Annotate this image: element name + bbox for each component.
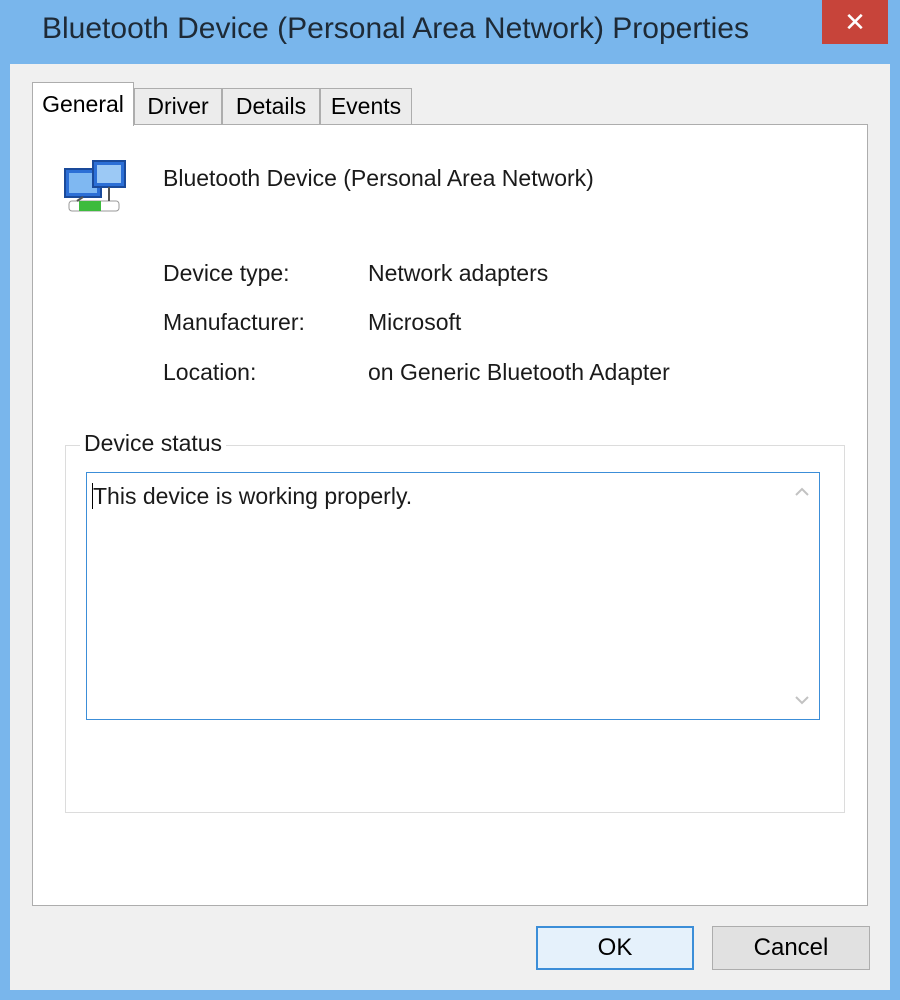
location-label: Location:	[163, 359, 257, 385]
tab-general[interactable]: General	[32, 82, 134, 126]
tab-events-label: Events	[330, 93, 402, 119]
device-name: Bluetooth Device (Personal Area Network)	[163, 165, 594, 191]
device-status-text: This device is working properly.	[93, 483, 413, 509]
status-scrollbar[interactable]	[785, 473, 819, 719]
manufacturer-label: Manufacturer:	[163, 309, 305, 335]
properties-window: Bluetooth Device (Personal Area Network)…	[0, 0, 900, 1000]
network-adapter-icon	[63, 155, 129, 221]
device-status-label: Device status	[80, 430, 227, 457]
title-bar[interactable]: Bluetooth Device (Personal Area Network)…	[0, 0, 900, 64]
device-type-value: Network adapters	[368, 260, 549, 286]
chevron-up-icon	[795, 487, 809, 496]
cancel-button-label: Cancel	[753, 934, 829, 961]
tab-driver-label: Driver	[147, 93, 209, 119]
device-status-group: Device status This device is working pro…	[65, 430, 845, 813]
tab-events[interactable]: Events	[320, 88, 412, 124]
ok-button-label: OK	[597, 934, 633, 961]
general-tab-panel: Bluetooth Device (Personal Area Network)…	[32, 124, 868, 906]
manufacturer-value: Microsoft	[368, 309, 462, 335]
ok-button[interactable]: OK	[536, 926, 694, 970]
scroll-down-arrow[interactable]	[785, 685, 819, 715]
location-value: on Generic Bluetooth Adapter	[368, 359, 670, 385]
tab-details[interactable]: Details	[222, 88, 320, 124]
device-type-label: Device type:	[163, 260, 290, 286]
window-title: Bluetooth Device (Personal Area Network)…	[42, 12, 749, 45]
chevron-down-icon	[795, 696, 809, 705]
tab-driver[interactable]: Driver	[134, 88, 222, 124]
dialog-body: General Driver Details Events Bluetooth …	[10, 64, 890, 990]
close-button[interactable]: ✕	[822, 0, 888, 44]
scroll-up-arrow[interactable]	[785, 477, 819, 507]
close-icon: ✕	[844, 6, 866, 37]
device-status-textbox[interactable]: This device is working properly.	[86, 472, 820, 720]
tab-general-label: General	[42, 91, 124, 117]
tab-details-label: Details	[235, 93, 307, 119]
cancel-button[interactable]: Cancel	[712, 926, 870, 970]
